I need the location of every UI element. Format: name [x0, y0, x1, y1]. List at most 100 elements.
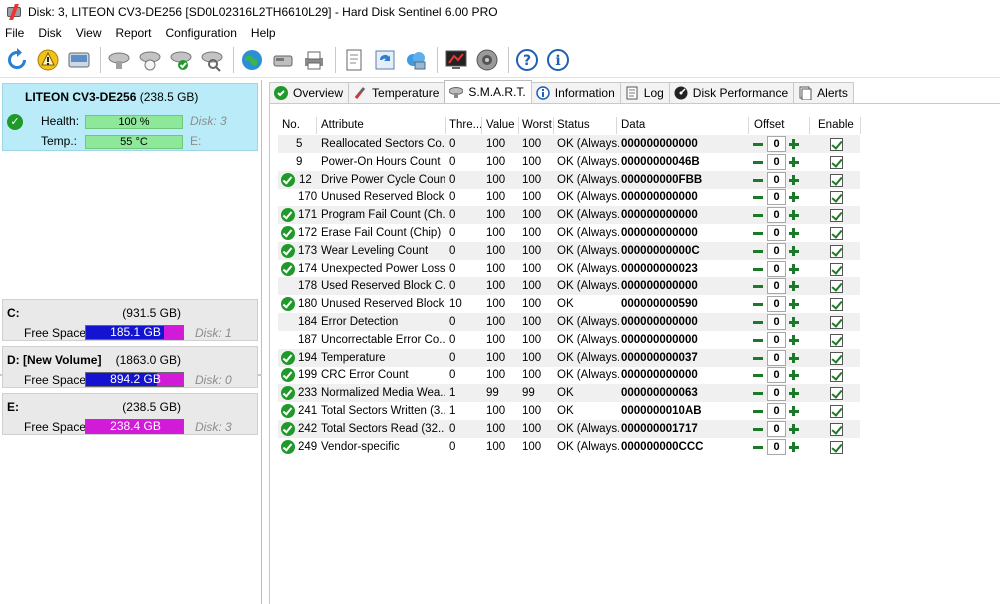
offset-minus-button[interactable] [751, 173, 765, 187]
table-row[interactable]: 242 Total Sectors Read (32... 0 100 100 OK (A… [278, 419, 860, 438]
header-attribute[interactable]: Attribute [321, 117, 364, 134]
offset-plus-button[interactable] [787, 386, 801, 400]
offset-plus-button[interactable] [787, 137, 801, 151]
info-icon[interactable]: i [544, 46, 572, 74]
enable-checkbox[interactable] [830, 422, 843, 436]
offset-value[interactable]: 0 [767, 420, 786, 437]
offset-value[interactable]: 0 [767, 207, 786, 224]
offset-value[interactable]: 0 [767, 189, 786, 206]
offset-minus-button[interactable] [751, 208, 765, 222]
disk-card[interactable]: LITEON CV3-DE256 (238.5 GB) ✓ Health: 10… [2, 83, 258, 151]
offset-value[interactable]: 0 [767, 349, 786, 366]
offset-value[interactable]: 0 [767, 136, 786, 152]
header-data[interactable]: Data [621, 117, 645, 134]
enable-checkbox[interactable] [830, 227, 843, 240]
offset-plus-button[interactable] [787, 226, 801, 240]
volume-card-e[interactable]: E: (238.5 GB) Free Space 238.4 GB Disk: … [2, 393, 258, 435]
tab-temperature[interactable]: Temperature [348, 82, 446, 103]
enable-checkbox[interactable] [830, 351, 843, 365]
offset-minus-button[interactable] [751, 155, 765, 169]
enable-checkbox[interactable] [830, 298, 843, 312]
offset-plus-button[interactable] [787, 351, 801, 365]
offset-plus-button[interactable] [787, 315, 801, 329]
alert-icon[interactable] [34, 46, 62, 74]
offset-plus-button[interactable] [787, 244, 801, 258]
offset-minus-button[interactable] [751, 190, 765, 204]
header-enable[interactable]: Enable [818, 117, 854, 134]
sync-icon[interactable] [371, 46, 399, 74]
offset-minus-button[interactable] [751, 137, 765, 151]
menu-report[interactable]: Report [108, 26, 158, 40]
offset-value[interactable]: 0 [767, 331, 786, 348]
offset-value[interactable]: 0 [767, 385, 786, 402]
header-status[interactable]: Status [557, 117, 590, 134]
offset-plus-button[interactable] [787, 422, 801, 436]
table-row[interactable]: 174 Unexpected Power Loss... 0 100 100 OK (Al… [278, 260, 860, 278]
enable-checkbox[interactable] [830, 405, 843, 418]
offset-value[interactable]: 0 [767, 225, 786, 241]
table-row[interactable]: 5 Reallocated Sectors Co... 0 100 100 OK (Alw… [278, 135, 860, 153]
network-disk-icon[interactable] [269, 46, 297, 74]
header-worst[interactable]: Worst [522, 117, 552, 134]
help-icon[interactable]: ? [513, 46, 541, 74]
globe-icon[interactable] [238, 46, 266, 74]
offset-plus-button[interactable] [787, 368, 801, 382]
offset-plus-button[interactable] [787, 262, 801, 276]
offset-plus-button[interactable] [787, 404, 801, 418]
table-row[interactable]: 187 Uncorrectable Error Co... 0 100 100 OK (A… [278, 331, 860, 349]
tab-smart[interactable]: S.M.A.R.T. [444, 80, 532, 103]
offset-minus-button[interactable] [751, 333, 765, 347]
refresh-icon[interactable] [3, 46, 31, 74]
menu-help[interactable]: Help [244, 26, 283, 40]
offset-value[interactable]: 0 [767, 242, 786, 259]
offset-plus-button[interactable] [787, 173, 801, 187]
offset-minus-button[interactable] [751, 404, 765, 418]
offset-plus-button[interactable] [787, 155, 801, 169]
header-value[interactable]: Value [486, 117, 515, 134]
offset-value[interactable]: 0 [767, 296, 786, 313]
table-row[interactable]: 171 Program Fail Count (Ch... 0 100 100 OK (A… [278, 206, 860, 225]
offset-plus-button[interactable] [787, 190, 801, 204]
table-row[interactable]: 178 Used Reserved Block C... 0 100 100 OK (Al… [278, 277, 860, 296]
enable-checkbox[interactable] [830, 209, 843, 223]
enable-checkbox[interactable] [830, 369, 843, 383]
table-row[interactable]: 249Vendor-specific0100100OK (Always...00… [278, 438, 860, 456]
enable-checkbox[interactable] [830, 280, 843, 294]
offset-value[interactable]: 0 [767, 403, 786, 419]
enable-checkbox[interactable] [830, 173, 843, 187]
offset-minus-button[interactable] [751, 297, 765, 311]
table-row[interactable]: 194Temperature0100100OK (Always...000000… [278, 348, 860, 367]
enable-checkbox[interactable] [830, 387, 843, 401]
enable-checkbox[interactable] [830, 191, 843, 205]
offset-value[interactable]: 0 [767, 153, 786, 170]
offset-minus-button[interactable] [751, 351, 765, 365]
enable-checkbox[interactable] [830, 155, 843, 169]
speaker-icon[interactable] [473, 46, 501, 74]
enable-checkbox[interactable] [830, 244, 843, 258]
enable-checkbox[interactable] [830, 440, 843, 454]
offset-plus-button[interactable] [787, 279, 801, 293]
offset-value[interactable]: 0 [767, 367, 786, 384]
disk-check-icon[interactable] [136, 46, 164, 74]
offset-minus-button[interactable] [751, 279, 765, 293]
offset-minus-button[interactable] [751, 368, 765, 382]
offset-minus-button[interactable] [751, 244, 765, 258]
table-row[interactable]: 241 Total Sectors Written (3... 1 100 100 OK 0… [278, 402, 860, 420]
table-row[interactable]: 199CRC Error Count0100100OK (Always...00… [278, 366, 860, 384]
disk-gray-icon[interactable] [105, 46, 133, 74]
report-icon[interactable] [340, 46, 368, 74]
tab-disk-performance[interactable]: Disk Performance [668, 82, 795, 103]
offset-value[interactable]: 0 [767, 438, 786, 455]
table-row[interactable]: 184Error Detection0100100OK (Always...00… [278, 313, 860, 331]
table-row[interactable]: 172 Erase Fail Count (Chip) 0 100 100 OK (Alw… [278, 224, 860, 242]
offset-plus-button[interactable] [787, 440, 801, 454]
table-row[interactable]: 9 Power-On Hours Count 0 100 100 OK (Always..… [278, 153, 860, 171]
offset-plus-button[interactable] [787, 333, 801, 347]
offset-plus-button[interactable] [787, 297, 801, 311]
offset-value[interactable]: 0 [767, 260, 786, 277]
offset-minus-button[interactable] [751, 440, 765, 454]
table-row[interactable]: 233 Normalized Media Wea... 1 99 99 OK 0000000… [278, 384, 860, 403]
offset-minus-button[interactable] [751, 386, 765, 400]
offset-value[interactable]: 0 [767, 171, 786, 188]
enable-checkbox[interactable] [830, 316, 843, 329]
